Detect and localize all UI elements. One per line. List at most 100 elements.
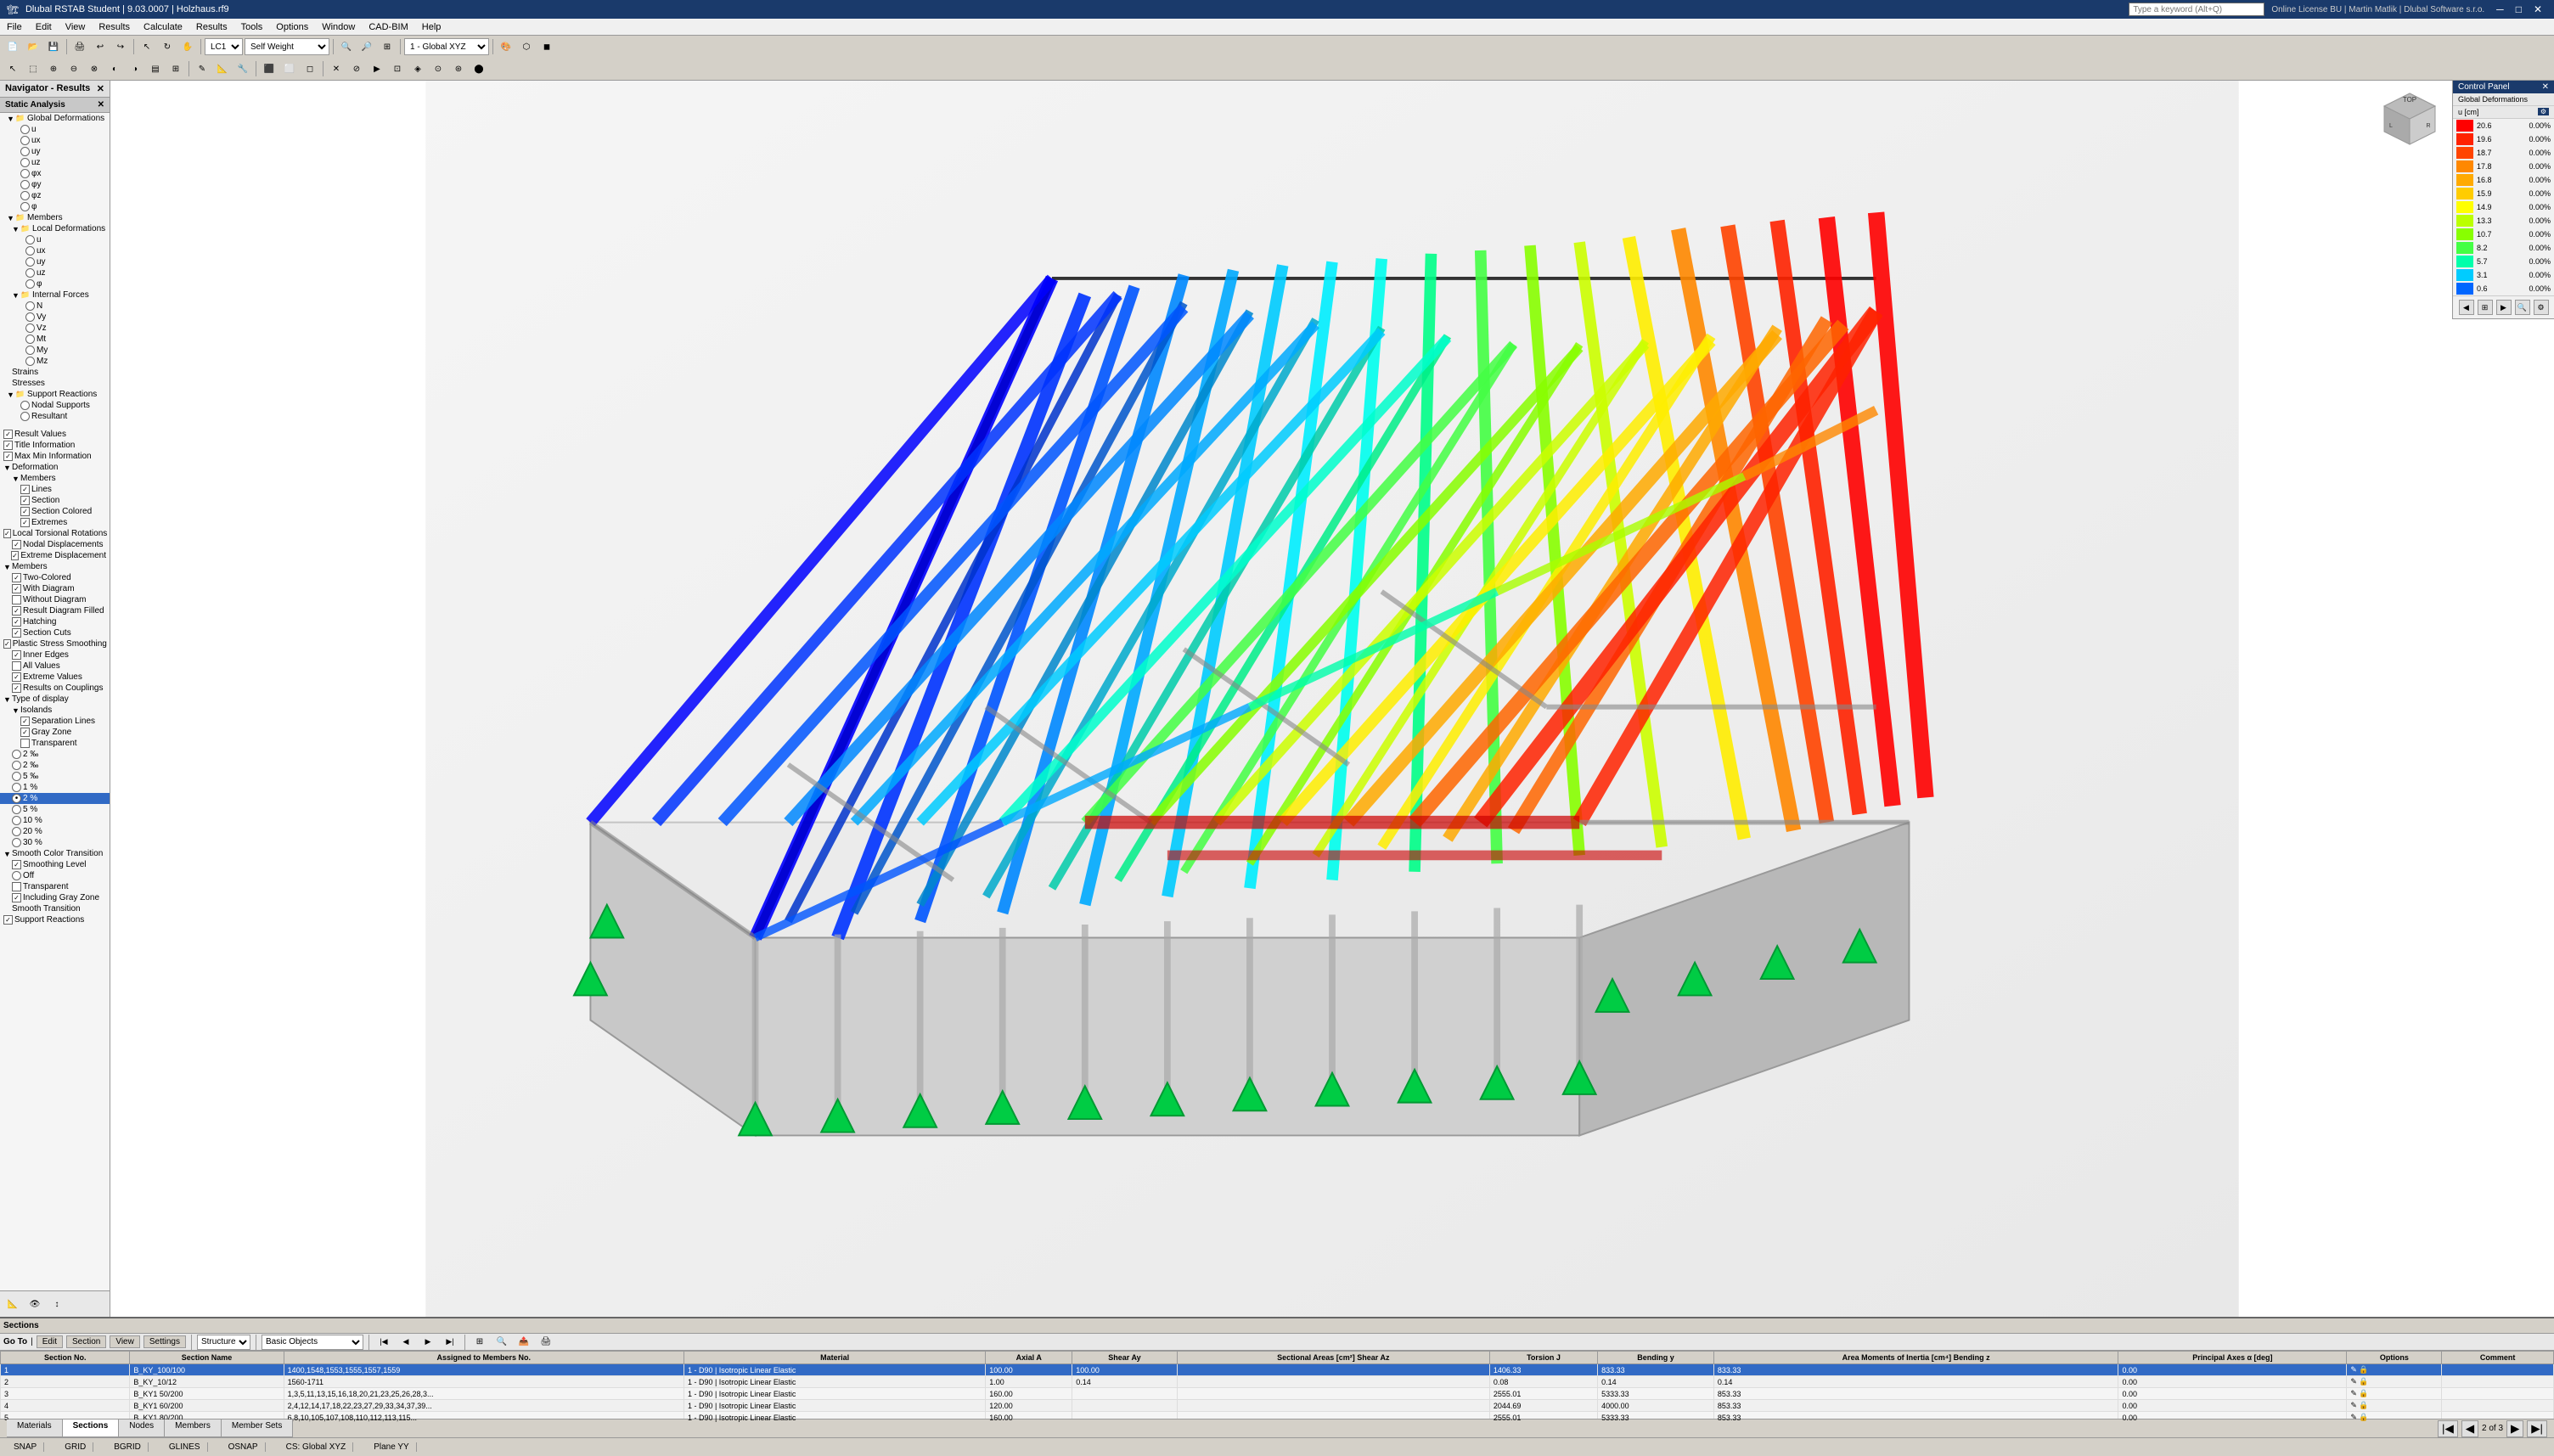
- cb-inner-edges[interactable]: [12, 650, 21, 660]
- tree-uy[interactable]: uy: [0, 146, 110, 157]
- tree-section[interactable]: Section: [0, 495, 110, 506]
- toggle-members[interactable]: ▼: [7, 214, 15, 222]
- tab-member-sets[interactable]: Member Sets: [222, 1419, 293, 1436]
- cb-section-cuts[interactable]: [12, 628, 21, 638]
- tree-gray-zone[interactable]: Gray Zone: [0, 727, 110, 738]
- tree-phi[interactable]: φ: [0, 201, 110, 212]
- radio-Vy[interactable]: [25, 312, 35, 322]
- select-btn[interactable]: ↖: [138, 37, 156, 56]
- tb2-btn1[interactable]: ↖: [3, 59, 22, 78]
- cb-smooth-transparent[interactable]: [12, 882, 21, 891]
- toggle-isolands[interactable]: ▼: [12, 706, 20, 715]
- tab-nodes[interactable]: Nodes: [119, 1419, 165, 1436]
- cb-result-filled[interactable]: [12, 606, 21, 616]
- cb-section[interactable]: [20, 496, 30, 505]
- tb2-btn18[interactable]: ▶: [368, 59, 386, 78]
- tree-separation-lines[interactable]: Separation Lines: [0, 716, 110, 727]
- tb2-btn10[interactable]: ✎: [193, 59, 211, 78]
- loadlabel-select[interactable]: Self Weight: [245, 38, 329, 55]
- cell-options[interactable]: ✎ 🔒: [2347, 1376, 2442, 1388]
- loadcase-select[interactable]: LC1: [205, 38, 243, 55]
- sidebar-btn3[interactable]: ↕: [48, 1295, 66, 1313]
- tree-phix[interactable]: φx: [0, 168, 110, 179]
- tree-inner-edges[interactable]: Inner Edges: [0, 649, 110, 661]
- radio-5pct[interactable]: [12, 772, 21, 781]
- menu-cadbim[interactable]: CAD-BIM: [362, 20, 414, 34]
- cell-options[interactable]: ✎ 🔒: [2347, 1388, 2442, 1400]
- cb-transparent[interactable]: [20, 739, 30, 748]
- tree-N[interactable]: N: [0, 301, 110, 312]
- wire-btn[interactable]: ⬡: [517, 37, 536, 56]
- zoom-out-btn[interactable]: 🔎: [357, 37, 376, 56]
- view-select[interactable]: 1 - Global XYZ: [404, 38, 489, 55]
- radio-luz[interactable]: [25, 268, 35, 278]
- sidebar-close[interactable]: ✕: [97, 83, 104, 94]
- radio-lu[interactable]: [25, 235, 35, 245]
- toggle-local-def[interactable]: ▼: [12, 225, 20, 233]
- toggle-smooth-color[interactable]: ▼: [3, 850, 12, 858]
- status-snap[interactable]: SNAP: [7, 1442, 44, 1452]
- radio-2pct2[interactable]: [12, 761, 21, 770]
- radio-30percent[interactable]: [12, 838, 21, 847]
- basic-objects-select[interactable]: Basic Objects: [262, 1335, 363, 1350]
- tree-def-members[interactable]: ▼ Members: [0, 473, 110, 484]
- tb2-btn14[interactable]: ⬜: [280, 59, 299, 78]
- cb-all-values[interactable]: [12, 661, 21, 671]
- radio-ux[interactable]: [20, 136, 30, 145]
- tree-support-reactions-bottom[interactable]: Support Reactions: [0, 914, 110, 925]
- view-btn[interactable]: View: [110, 1335, 140, 1348]
- radio-phi[interactable]: [20, 202, 30, 211]
- radio-u[interactable]: [20, 125, 30, 134]
- tree-My[interactable]: My: [0, 345, 110, 356]
- cb-two-colored[interactable]: [12, 573, 21, 582]
- tb-next[interactable]: ▶: [419, 1333, 437, 1352]
- shade-btn[interactable]: ◼: [537, 37, 556, 56]
- tree-Mt[interactable]: Mt: [0, 334, 110, 345]
- cb-section-colored[interactable]: [20, 507, 30, 516]
- toggle-support[interactable]: ▼: [7, 391, 15, 399]
- tree-local-torsion[interactable]: Local Torsional Rotations: [0, 528, 110, 539]
- cb-extreme-disp[interactable]: [11, 551, 20, 560]
- save-btn[interactable]: 💾: [44, 37, 63, 56]
- cb-result-values[interactable]: [3, 430, 13, 439]
- tb2-btn4[interactable]: ⊖: [65, 59, 83, 78]
- radio-lux[interactable]: [25, 246, 35, 256]
- status-osnap[interactable]: OSNAP: [222, 1442, 266, 1452]
- tb-print2[interactable]: 🖨: [537, 1333, 555, 1352]
- cell-options[interactable]: ✎ 🔒: [2347, 1364, 2442, 1376]
- menu-results2[interactable]: Results: [189, 20, 234, 34]
- radio-1percent[interactable]: [12, 783, 21, 792]
- tree-strains[interactable]: Strains: [0, 367, 110, 378]
- tree-luy[interactable]: uy: [0, 256, 110, 267]
- toggle-type-display[interactable]: ▼: [3, 695, 12, 704]
- tb2-btn12[interactable]: 🔧: [233, 59, 252, 78]
- radio-20percent[interactable]: [12, 827, 21, 836]
- tree-smoothing-level[interactable]: Smoothing Level: [0, 859, 110, 870]
- menu-file[interactable]: File: [0, 20, 29, 34]
- radio-nodal[interactable]: [20, 401, 30, 410]
- tree-lux[interactable]: ux: [0, 245, 110, 256]
- tb2-btn3[interactable]: ⊕: [44, 59, 63, 78]
- tree-type-of-display[interactable]: ▼ Type of display: [0, 694, 110, 705]
- cb-hatching[interactable]: [12, 617, 21, 627]
- toggle-global-def[interactable]: ▼: [7, 115, 15, 123]
- cp-next-btn[interactable]: ▶: [2496, 300, 2512, 315]
- tb-search[interactable]: 🔍: [492, 1333, 511, 1352]
- cb-results-couplings[interactable]: [12, 683, 21, 693]
- render-btn[interactable]: 🎨: [497, 37, 515, 56]
- tb-prev[interactable]: ◀: [397, 1333, 415, 1352]
- cp-prev-btn[interactable]: ◀: [2459, 300, 2474, 315]
- tree-extremes[interactable]: Extremes: [0, 517, 110, 528]
- tb2-btn16[interactable]: ✕: [327, 59, 346, 78]
- tb2-btn5[interactable]: ⊗: [85, 59, 104, 78]
- radio-Mz[interactable]: [25, 357, 35, 366]
- tree-2pct[interactable]: 2 ‰: [0, 749, 110, 760]
- status-grid[interactable]: GRID: [58, 1442, 93, 1452]
- menu-window[interactable]: Window: [315, 20, 362, 34]
- tb2-btn22[interactable]: ⊛: [449, 59, 468, 78]
- structure-select[interactable]: Structure: [197, 1335, 250, 1350]
- cb-smoothing-level[interactable]: [12, 860, 21, 869]
- close-button[interactable]: ✕: [2529, 2, 2547, 17]
- toggle-deformation[interactable]: ▼: [3, 464, 12, 472]
- cb-plastic-smooth[interactable]: [3, 639, 11, 649]
